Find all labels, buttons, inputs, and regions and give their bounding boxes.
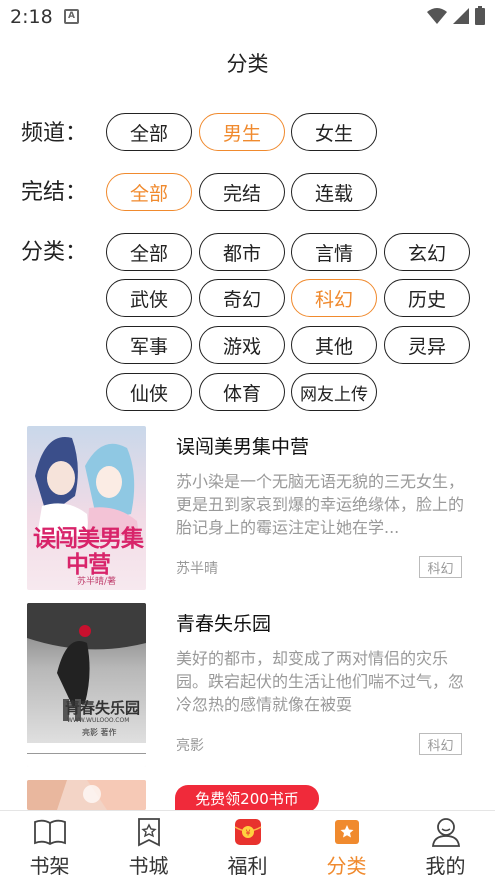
nav-label: 福利 [227,854,268,878]
nav-mine[interactable]: 我的 [396,811,495,880]
nav-bookshelf[interactable]: 书架 [0,811,99,880]
nav-bookstore[interactable]: 书城 [99,811,198,880]
category-option-fantasy[interactable]: 玄幻 [384,233,470,271]
book-cover[interactable] [27,780,146,810]
status-time: 2:18 [10,6,53,28]
cover-author-text: 苏半晴/著 [77,577,117,587]
signal-icon [453,7,469,24]
nav-welfare[interactable]: ¥ 福利 [198,811,297,880]
channel-option-male[interactable]: 男生 [199,113,285,151]
category-bookmark-icon [330,816,364,848]
book-title[interactable]: 误闯美男集中营 [176,432,309,459]
book-item[interactable]: 青春失乐园 WWW.WULOOO.COM 亮影 著作 青春失乐园 美好的都市，却… [0,603,495,775]
book-cover[interactable]: 误闯美男集中营 苏半晴/著 [27,426,146,590]
nav-category[interactable]: 分类 [297,811,396,880]
battery-icon [475,6,485,25]
status-bar: 2:18 A [0,0,495,34]
svg-text:¥: ¥ [245,829,250,838]
cover-image [27,780,146,810]
book-author: 亮影 [176,738,204,754]
bookstore-icon [132,816,166,848]
nav-label: 书架 [29,854,70,878]
book-author: 苏半晴 [176,561,218,577]
nav-label: 书城 [128,854,169,878]
status-icons [427,6,485,25]
channel-option-all[interactable]: 全部 [106,113,192,151]
cover-title-text: 青春失乐园 [65,699,141,717]
book-tag: 科幻 [419,556,462,578]
book-open-icon [33,816,67,848]
category-option-history[interactable]: 历史 [384,279,470,317]
category-option-user-upload[interactable]: 网友上传 [291,373,377,411]
nav-label: 我的 [425,854,466,878]
category-option-supernatural[interactable]: 灵异 [384,326,470,364]
category-option-romance[interactable]: 言情 [291,233,377,271]
status-option-serial[interactable]: 连载 [291,173,377,211]
category-option-all[interactable]: 全部 [106,233,192,271]
book-description: 美好的都市，却变成了两对情侣的灾乐园。跌宕起伏的生活让他们喘不过气，忽冷忽热的感… [176,649,465,714]
cover-author-text: 亮影 著作 [82,728,117,737]
status-option-all[interactable]: 全部 [106,173,192,211]
category-option-xianxia[interactable]: 仙侠 [106,373,192,411]
cover-image [27,603,146,767]
cover-url-text: WWW.WULOOO.COM [67,717,130,724]
category-option-scifi[interactable]: 科幻 [291,279,377,317]
status-label: 完结： [21,180,88,205]
promo-badge[interactable]: 免费领200书币 [175,785,319,812]
channel-option-female[interactable]: 女生 [291,113,377,151]
channel-label: 频道： [21,121,88,146]
user-icon [429,816,463,848]
book-cover[interactable]: 青春失乐园 WWW.WULOOO.COM 亮影 著作 [27,603,146,767]
notification-icon: A [64,9,79,24]
book-title[interactable]: 青春失乐园 [176,609,271,636]
book-description: 苏小染是一个无脑无语无貌的三无女生，更是丑到家哀到爆的幸运绝缘体，脸上的胎记身上… [176,472,465,537]
category-option-urban[interactable]: 都市 [199,233,285,271]
category-option-wuxia[interactable]: 武侠 [106,279,192,317]
category-option-other[interactable]: 其他 [291,326,377,364]
bottom-nav: 书架 书城 ¥ 福利 分类 我的 [0,810,495,880]
book-item[interactable]: 误闯美男集中营 苏半晴/著 误闯美男集中营 苏小染是一个无脑无语无貌的三无女生，… [0,426,495,598]
cover-title-text: 误闯美男集中营 [33,525,144,578]
nav-label: 分类 [326,854,367,878]
status-option-finished[interactable]: 完结 [199,173,285,211]
category-label: 分类： [21,240,88,265]
category-option-magic[interactable]: 奇幻 [199,279,285,317]
red-envelope-icon: ¥ [231,816,265,848]
category-option-sports[interactable]: 体育 [199,373,285,411]
category-option-military[interactable]: 军事 [106,326,192,364]
page-title: 分类 [226,52,269,76]
wifi-icon [427,7,447,24]
book-tag: 科幻 [419,733,462,755]
category-option-game[interactable]: 游戏 [199,326,285,364]
